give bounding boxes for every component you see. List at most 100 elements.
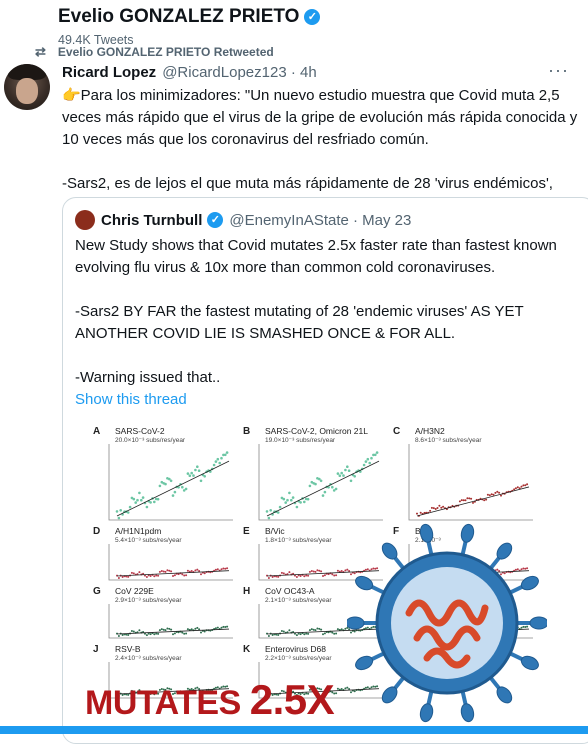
panel-point xyxy=(335,632,338,635)
panel-point xyxy=(458,500,461,503)
panel-point xyxy=(282,630,285,633)
virus-spike-head xyxy=(520,575,539,591)
panel-letter: H xyxy=(243,586,251,597)
panel-point xyxy=(153,500,156,504)
panel-point xyxy=(307,632,310,635)
virus-spike-head xyxy=(347,616,365,630)
panel-point xyxy=(136,498,139,502)
panel-point xyxy=(340,570,343,572)
retweet-label[interactable]: Evelio GONZALEZ PRIETO Retweeted xyxy=(58,45,274,59)
panel-rate: 8.6×10⁻³ subs/res/year xyxy=(415,437,482,444)
quoted-author-avatar[interactable] xyxy=(75,210,95,230)
virus-spike-head xyxy=(355,655,374,671)
panel-point xyxy=(149,575,152,577)
tweet-paragraph: -Sars2, es de lejos el que muta más rápi… xyxy=(62,175,553,192)
profile-name-text: Evelio GONZALEZ PRIETO xyxy=(58,6,300,27)
panel-point xyxy=(513,488,516,491)
panel-point xyxy=(140,498,143,502)
panel-point xyxy=(496,490,499,493)
panel-point xyxy=(305,574,308,577)
panel-point xyxy=(196,626,199,629)
panel-point xyxy=(494,491,497,494)
panel-point xyxy=(200,573,202,576)
figure-panel: G CoV 229E 2.9×10⁻³ subs/res/year xyxy=(93,586,238,644)
panel-point xyxy=(170,628,173,631)
panel-point xyxy=(121,634,124,636)
virus-spike-head xyxy=(520,655,539,671)
virus-spike-head xyxy=(419,523,434,543)
panel-point xyxy=(172,575,174,577)
panel-point xyxy=(322,575,324,577)
panel-point xyxy=(514,487,517,490)
panel-point xyxy=(340,471,343,475)
panel-point xyxy=(158,484,162,488)
panel-point xyxy=(117,516,121,520)
panel-point xyxy=(362,463,366,467)
quoted-author-name[interactable]: Chris Turnbull xyxy=(101,212,202,229)
panel-point xyxy=(166,569,169,572)
panel-point xyxy=(323,490,327,494)
tweet-paragraph: 👉Para los minimizadores: "Un nuevo estud… xyxy=(62,87,578,148)
panel-point xyxy=(278,505,282,509)
panel-letter: E xyxy=(243,526,250,537)
show-thread-link[interactable]: Show this thread xyxy=(75,389,575,411)
panel-trend-line xyxy=(116,460,230,517)
panel-point xyxy=(368,461,371,465)
panel-title: B/Vic xyxy=(265,526,285,536)
panel-rate: 2.1×10⁻³ subs/res/year xyxy=(265,597,332,604)
quoted-tweet[interactable]: Chris Turnbull ✓ @EnemyInAState · May 23… xyxy=(62,197,588,744)
panel-title: CoV 229E xyxy=(115,586,154,596)
verified-icon: ✓ xyxy=(207,212,224,228)
panel-point xyxy=(320,570,323,573)
panel-title: Enterovirus D68 xyxy=(265,644,326,654)
panel-point xyxy=(323,574,326,577)
panel-point xyxy=(115,510,119,513)
panel-point xyxy=(483,499,486,502)
author-name[interactable]: Ricard Lopez xyxy=(62,64,156,81)
panel-point xyxy=(173,632,176,635)
more-options-icon[interactable]: ··· xyxy=(548,60,569,81)
panel-letter: A xyxy=(93,426,101,437)
panel-point xyxy=(226,567,229,570)
overlay-text-b: 2.5X xyxy=(249,676,335,723)
panel-point xyxy=(128,505,132,509)
panel-point xyxy=(488,494,491,497)
panel-point xyxy=(158,629,161,632)
panel-point xyxy=(318,627,321,630)
quoted-author-handle[interactable]: @EnemyInAState · May 23 xyxy=(229,212,411,229)
panel-point xyxy=(164,570,167,573)
panel-point xyxy=(319,479,323,483)
mutates-overlay-text: MUTATES 2.5X xyxy=(85,676,335,724)
panel-point xyxy=(216,568,219,571)
panel-point xyxy=(188,474,192,477)
panel-point xyxy=(162,628,165,631)
panel-point xyxy=(308,570,311,573)
panel-rate: 2.4×10⁻³ subs/res/year xyxy=(115,655,182,662)
panel-point xyxy=(280,630,283,632)
panel-rate: 1.8×10⁻³ subs/res/year xyxy=(265,537,332,544)
panel-point xyxy=(316,569,319,572)
panel-point xyxy=(492,493,495,496)
panel-point xyxy=(224,567,227,570)
panel-point xyxy=(526,483,529,486)
profile-name[interactable]: Evelio GONZALEZ PRIETO ✓ xyxy=(58,6,321,28)
panel-point xyxy=(214,460,218,463)
panel-point xyxy=(138,629,141,632)
panel-point xyxy=(181,485,184,489)
author-avatar[interactable] xyxy=(4,64,50,110)
panel-point xyxy=(183,574,186,577)
panel-point xyxy=(127,575,130,578)
panel-point xyxy=(173,574,176,577)
panel-point xyxy=(203,572,206,575)
panel-point xyxy=(185,574,188,577)
panel-point xyxy=(464,499,467,502)
panel-point xyxy=(214,568,217,571)
author-handle[interactable]: @RicardLopez123 · 4h xyxy=(162,64,316,81)
panel-point xyxy=(169,479,173,483)
panel-point xyxy=(336,569,339,572)
panel-point xyxy=(282,497,286,501)
panel-point xyxy=(333,574,336,577)
panel-point xyxy=(181,573,184,576)
panel-point xyxy=(291,496,295,499)
panel-point xyxy=(156,497,160,501)
